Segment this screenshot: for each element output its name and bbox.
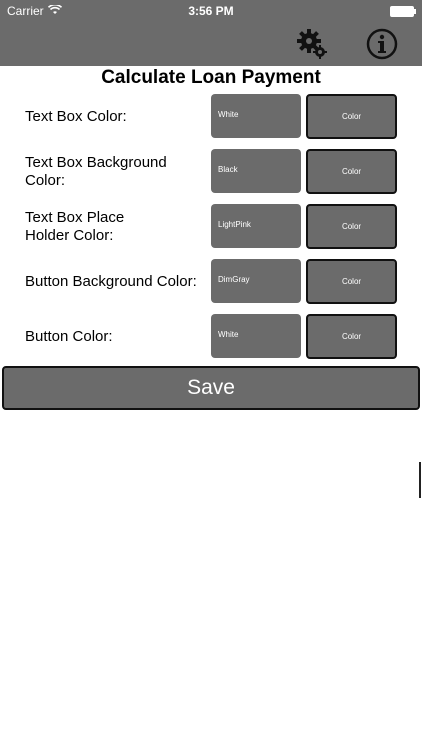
nav-bar: [0, 22, 422, 66]
button-color-field[interactable]: White: [211, 314, 301, 358]
placeholder-color-field[interactable]: LightPink: [211, 204, 301, 248]
settings-button[interactable]: [294, 26, 330, 62]
placeholder-color-label: Text Box Place Holder Color:: [25, 209, 125, 244]
info-icon: [366, 28, 398, 60]
button-color-label: Button Color:: [25, 328, 113, 345]
button-background-color-label: Button Background Color:: [25, 273, 197, 290]
clock: 3:56 PM: [188, 4, 234, 18]
text-box-background-color-button[interactable]: Color: [306, 149, 397, 194]
info-button[interactable]: [364, 26, 400, 62]
text-box-color-button[interactable]: Color: [306, 94, 397, 139]
page-title: Calculate Loan Payment: [101, 67, 321, 88]
scroll-indicator: [419, 462, 421, 498]
text-box-color-label: Text Box Color:: [25, 108, 127, 125]
save-button[interactable]: Save: [2, 366, 420, 410]
button-background-color-button[interactable]: Color: [306, 259, 397, 304]
text-box-background-color-label: Text Box Background Color:: [25, 154, 167, 189]
button-color-button[interactable]: Color: [306, 314, 397, 359]
text-box-color-field[interactable]: White: [211, 94, 301, 138]
gear-icon: [297, 29, 327, 59]
button-background-color-field[interactable]: DimGray: [211, 259, 301, 303]
battery-icon: [390, 6, 416, 17]
text-box-background-color-field[interactable]: Black: [211, 149, 301, 193]
placeholder-color-button[interactable]: Color: [306, 204, 397, 249]
status-bar: Carrier 3:56 PM: [0, 0, 422, 22]
